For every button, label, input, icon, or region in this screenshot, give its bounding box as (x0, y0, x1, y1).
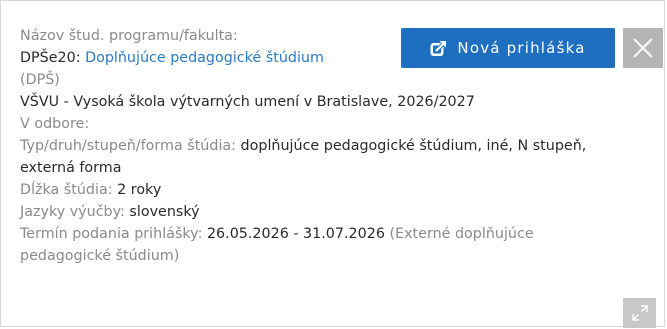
new-application-button[interactable]: Nová prihláška (401, 28, 615, 68)
program-name-link[interactable]: Doplňujúce pedagogické štúdium (85, 50, 324, 66)
close-button[interactable] (623, 28, 663, 68)
field-label: V odbore: (20, 116, 90, 132)
faculty-year: VŠVU - Vysoká škola výtvarných umení v B… (20, 94, 475, 110)
languages-value: slovenský (129, 204, 200, 220)
languages-label: Jazyky výučby: (20, 204, 125, 220)
study-type-row: Typ/druh/stupeň/forma štúdia: doplňujúce… (20, 135, 610, 179)
duration-value: 2 roky (117, 182, 162, 198)
languages-row: Jazyky výučby: slovenský (20, 201, 610, 223)
expand-button[interactable] (623, 298, 656, 328)
deadline-label: Termín podania prihlášky: (20, 226, 203, 242)
deadline-row: Termín podania prihlášky: 26.05.2026 - 3… (20, 223, 610, 267)
duration-row: Dĺžka štúdia: 2 roky (20, 179, 610, 201)
program-name-label: Názov štud. programu/fakulta: (20, 28, 238, 44)
new-application-label: Nová prihláška (457, 39, 586, 57)
duration-label: Dĺžka štúdia: (20, 182, 113, 198)
program-card: Názov štud. programu/fakulta: DPŠe20: Do… (0, 0, 665, 328)
program-abbrev: (DPŠ) (20, 72, 60, 88)
deadline-value: 26.05.2026 - 31.07.2026 (206, 226, 385, 242)
study-type-label: Typ/druh/stupeň/forma štúdia: (20, 138, 236, 154)
external-link-icon (430, 40, 447, 56)
program-code: DPŠe20: (20, 50, 81, 66)
expand-icon (631, 305, 648, 321)
close-icon (633, 38, 653, 58)
